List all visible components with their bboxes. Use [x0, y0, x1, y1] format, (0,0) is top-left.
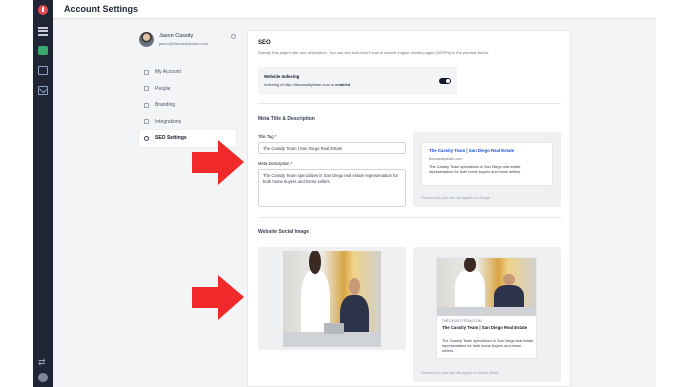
- google-result-url: thecassityteam.com: [429, 157, 463, 161]
- photo-desk: [437, 306, 536, 316]
- swap-arrows-icon[interactable]: ⇄: [38, 358, 48, 367]
- menu-icon[interactable]: [38, 27, 48, 36]
- indexing-status-text: Indexing of http://thecassityteam.com is: [264, 82, 336, 87]
- globe-icon: [144, 135, 149, 141]
- page-title: Account Settings: [64, 4, 139, 14]
- left-rail: ⇄: [33, 0, 53, 387]
- google-preview-hint: Preview how your site will appear on Goo…: [421, 196, 490, 200]
- social-preview-title: The Cassity Team | San Diego Real Estate: [442, 325, 528, 330]
- avatar: [139, 32, 154, 47]
- nav-item-label: People: [155, 85, 171, 92]
- user-avatar-icon[interactable]: [38, 373, 48, 382]
- divider: [258, 103, 561, 104]
- red-arrow-annotation: [192, 140, 244, 185]
- indexing-title: Website Indexing: [264, 74, 300, 79]
- title-tag-label: Title Tag *: [258, 134, 277, 139]
- people-icon: [144, 86, 149, 92]
- nav-item-label: Integrations: [155, 118, 182, 125]
- nav-item-branding[interactable]: Branding: [139, 97, 236, 114]
- section-description: Specify this page's title and descriptio…: [258, 50, 490, 55]
- monitor-icon[interactable]: [38, 66, 48, 75]
- user-circle-icon: [144, 69, 149, 75]
- nav-item-integrations[interactable]: Integrations: [139, 114, 236, 131]
- meta-section-title: Meta Title & Description: [258, 116, 315, 122]
- photo-person: [454, 258, 485, 311]
- social-preview-photo: [437, 258, 536, 316]
- profile-email: jason@thecassityteam.com: [159, 41, 208, 46]
- google-result-title: The Cassity Team | San Diego Real Estate: [429, 148, 515, 153]
- mail-icon[interactable]: [38, 86, 48, 95]
- app-window: ⇄ Account Settings Jason Cassity jason@t…: [33, 0, 656, 387]
- google-preview-panel: The Cassity Team | San Diego Real Estate…: [413, 132, 561, 207]
- meta-description-textarea[interactable]: The Cassity Team specializes in San Dieg…: [258, 169, 406, 207]
- social-image-section-title: Website Social Image: [258, 229, 310, 235]
- nav-item-label: Branding: [155, 102, 176, 109]
- photo-desk: [283, 331, 381, 347]
- nav-item-people[interactable]: People: [139, 81, 236, 98]
- red-arrow-annotation: [192, 275, 244, 320]
- social-preview-panel: THECASSITYTEAM.COM The Cassity Team | Sa…: [413, 247, 561, 382]
- indexing-toggle[interactable]: [439, 78, 451, 84]
- social-image-photo: [283, 251, 381, 347]
- heart-icon: [144, 119, 149, 125]
- gear-icon[interactable]: [231, 34, 236, 39]
- section-title: SEO: [258, 40, 271, 46]
- nav-item-label: SEO Settings: [155, 135, 187, 142]
- google-result-card: The Cassity Team | San Diego Real Estate…: [421, 142, 553, 186]
- social-preview-hint: Preview how your site will appear on Soc…: [421, 371, 499, 375]
- website-indexing-box: Website Indexing Indexing of http://thec…: [258, 67, 457, 95]
- settings-nav: My Account People Branding Integrations …: [139, 64, 236, 147]
- profile-name: Jason Cassity: [159, 33, 194, 39]
- meta-description-label: Meta Description *: [258, 161, 293, 166]
- nav-item-my-account[interactable]: My Account: [139, 64, 236, 81]
- power-logo-icon[interactable]: [38, 5, 48, 15]
- photo-laptop: [324, 323, 344, 334]
- social-preview-description: The Cassity Team specializes in San Dieg…: [442, 339, 534, 353]
- divider: [258, 217, 561, 218]
- title-tag-input[interactable]: The Cassity Team | San Diego Real Estate: [258, 142, 406, 154]
- home-icon[interactable]: [38, 46, 48, 55]
- window-icon: [144, 102, 149, 108]
- indexing-status: Indexing of http://thecassityteam.com is…: [264, 82, 350, 87]
- social-image-upload[interactable]: [258, 247, 406, 350]
- social-preview-domain: THECASSITYTEAM.COM: [442, 319, 482, 323]
- seo-settings-card: SEO Specify this page's title and descri…: [247, 30, 571, 387]
- page-header: Account Settings: [53, 0, 656, 19]
- social-preview-card: THECASSITYTEAM.COM The Cassity Team | Sa…: [436, 257, 537, 359]
- indexing-status-value: enabled: [335, 82, 351, 87]
- nav-item-label: My Account: [155, 69, 181, 76]
- google-result-description: The Cassity Team specializes in San Dieg…: [429, 165, 522, 174]
